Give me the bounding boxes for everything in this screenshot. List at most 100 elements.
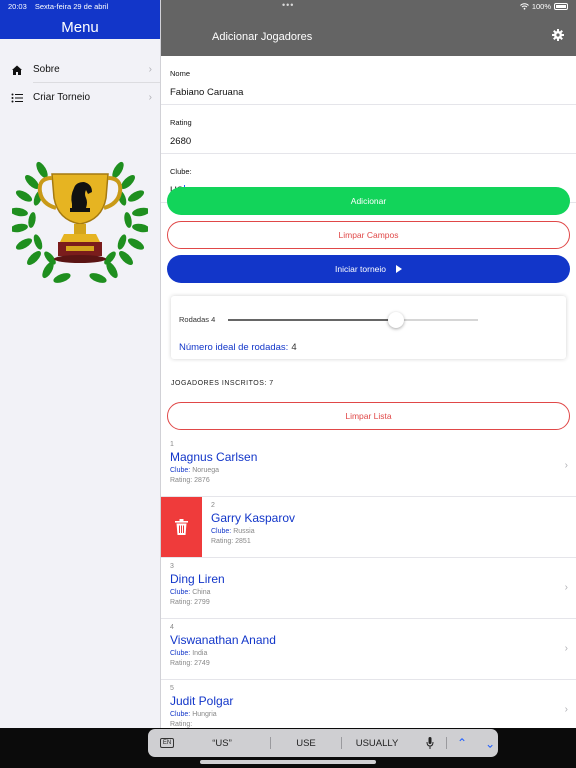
battery-percent: 100% — [531, 2, 551, 11]
chevron-right-icon: › — [148, 64, 152, 75]
player-club-value: Noruega — [192, 467, 220, 474]
sidebar-item-label: Criar Torneio — [33, 92, 91, 103]
house-icon — [11, 64, 23, 76]
divider — [33, 82, 160, 83]
sidebar-item-criar-torneio[interactable]: Criar Torneio › — [0, 85, 160, 110]
player-row[interactable]: 4 Viswanathan Anand Clube: India Rating:… — [161, 619, 576, 680]
player-rating-label: Rating: — [170, 599, 193, 606]
multitasking-dots-icon[interactable]: ••• — [282, 0, 294, 10]
suggestion-1[interactable]: “US” — [174, 738, 270, 749]
predictive-bar: EN “US” USE USUALLY ⌃ ⌃ — [148, 729, 498, 757]
status-time-date: 20:03 Sexta-feira 29 de abril — [8, 2, 114, 11]
chevron-right-icon: › — [148, 92, 152, 103]
chevron-down-icon[interactable]: ⌃ — [485, 736, 495, 750]
player-rating: Rating: 2851 — [211, 538, 295, 545]
ideal-rounds-value: 4 — [291, 342, 297, 353]
player-club: Clube: Russia — [211, 528, 295, 535]
navbar: Adicionar Jogadores — [161, 0, 576, 56]
gear-icon[interactable] — [552, 29, 564, 41]
sidebar-item-sobre[interactable]: Sobre › — [0, 57, 160, 82]
list-icon — [11, 92, 23, 104]
slider-thumb[interactable] — [387, 312, 404, 328]
player-rating-value: 2876 — [194, 477, 210, 484]
rating-input[interactable]: 2680 — [170, 127, 576, 153]
rounds-label: Rodadas 4 — [179, 315, 216, 324]
player-name: Magnus Carlsen — [170, 450, 258, 464]
player-row[interactable]: 3 Ding Liren Clube: China Rating: 2799 › — [161, 558, 576, 619]
player-row[interactable]: 1 Magnus Carlsen Clube: Noruega Rating: … — [161, 436, 576, 497]
player-rating-label: Rating: — [211, 538, 234, 545]
name-input[interactable]: Fabiano Caruana — [170, 78, 576, 104]
chevron-right-icon: › — [564, 460, 568, 471]
player-name: Ding Liren — [170, 572, 225, 586]
player-rating: Rating: 2749 — [170, 660, 276, 667]
player-number: 1 — [170, 441, 174, 448]
chevron-up-icon[interactable]: ⌃ — [457, 736, 467, 750]
play-icon — [396, 265, 403, 273]
chevron-right-icon: › — [564, 643, 568, 654]
player-number: 4 — [170, 624, 174, 631]
player-number: 3 — [170, 563, 174, 570]
wifi-icon — [519, 3, 529, 10]
ideal-rounds: Número ideal de rodadas: 4 — [179, 342, 297, 353]
add-button[interactable]: Adicionar — [167, 187, 570, 215]
player-rating: Rating: — [170, 721, 233, 728]
player-club: Clube: Hungria — [170, 711, 233, 718]
player-row[interactable]: 2 Garry Kasparov Clube: Russia Rating: 2… — [161, 497, 576, 558]
player-club-label: Clube: — [170, 650, 191, 657]
player-rating-value: 2851 — [235, 538, 251, 545]
trash-icon — [175, 519, 188, 535]
rounds-card: Rodadas 4 Número ideal de rodadas: 4 — [171, 296, 566, 359]
slider-fill — [228, 319, 396, 321]
ideal-rounds-label: Número ideal de rodadas: — [179, 342, 289, 353]
sidebar-item-label: Sobre — [33, 64, 60, 75]
status-date: Sexta-feira 29 de abril — [34, 2, 109, 11]
suggestion-3[interactable]: USUALLY — [342, 738, 412, 749]
page-title: Adicionar Jogadores — [212, 31, 313, 43]
player-name: Viswanathan Anand — [170, 633, 276, 647]
players-section-header: JOGADORES INSCRITOS: 7 — [171, 380, 274, 387]
player-name: Judit Polgar — [170, 694, 234, 708]
players-list: 1 Magnus Carlsen Clube: Noruega Rating: … — [161, 436, 576, 728]
rating-field[interactable]: Rating 2680 — [161, 105, 576, 154]
player-club: Clube: China — [170, 589, 225, 596]
club-label: Clube: — [170, 167, 192, 176]
delete-button[interactable] — [161, 497, 202, 557]
player-number: 2 — [211, 502, 215, 509]
player-name: Garry Kasparov — [211, 511, 296, 525]
player-rating-label: Rating: — [170, 721, 193, 728]
start-tournament-button[interactable]: Iniciar torneio — [167, 255, 570, 283]
name-field[interactable]: Nome Fabiano Caruana — [161, 56, 576, 105]
clear-fields-button[interactable]: Limpar Campos — [167, 221, 570, 249]
player-club: Clube: Noruega — [170, 467, 257, 474]
player-rating-label: Rating: — [170, 477, 193, 484]
player-club-value: Russia — [233, 528, 255, 535]
status-right: 100% — [519, 2, 568, 11]
clear-list-button[interactable]: Limpar Lista — [167, 402, 570, 430]
keyboard-bar: EN “US” USE USUALLY ⌃ ⌃ — [0, 728, 576, 768]
suggestion-2[interactable]: USE — [271, 738, 341, 749]
name-label: Nome — [170, 69, 191, 78]
chevron-right-icon: › — [564, 582, 568, 593]
player-rating-label: Rating: — [170, 660, 193, 667]
rating-label: Rating — [170, 118, 192, 127]
trophy-laurel-logo — [12, 161, 148, 283]
player-club-label: Clube: — [170, 467, 191, 474]
player-number: 5 — [170, 685, 174, 692]
player-club: Clube: India — [170, 650, 276, 657]
player-club-label: Clube: — [211, 528, 232, 535]
language-icon[interactable]: EN — [160, 738, 174, 748]
battery-icon — [554, 3, 568, 10]
player-club-value: India — [192, 650, 208, 657]
player-row[interactable]: 5 Judit Polgar Clube: Hungria Rating: › — [161, 680, 576, 728]
player-rating: Rating: 2876 — [170, 477, 257, 484]
microphone-icon[interactable] — [426, 737, 434, 749]
app: 20:03 Sexta-feira 29 de abril ••• 100% M… — [0, 0, 576, 768]
home-indicator — [200, 760, 376, 764]
rounds-slider[interactable] — [228, 312, 478, 328]
sidebar: Menu Sobre › Criar Torneio › — [0, 0, 161, 728]
player-rating-value: 2799 — [194, 599, 210, 606]
main-panel: Adicionar Jogadores Nome Fabiano Caruana… — [161, 0, 576, 728]
player-rating-value: 2749 — [194, 660, 210, 667]
player-club-value: China — [192, 589, 211, 596]
